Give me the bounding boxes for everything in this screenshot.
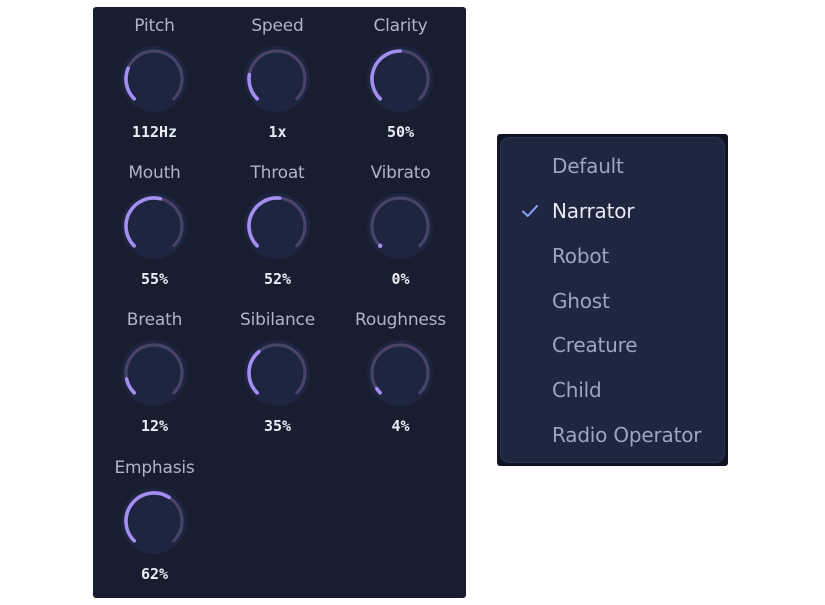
knob-dial[interactable] — [119, 44, 189, 114]
menu-item-creature[interactable]: Creature — [501, 323, 724, 367]
knob-label: Speed — [251, 16, 304, 36]
knob-speed[interactable]: Speed 1x — [216, 7, 339, 154]
knob-label: Mouth — [128, 163, 181, 183]
knob-dial[interactable] — [242, 191, 312, 261]
knob-face — [121, 488, 187, 554]
knob-fill-dot — [378, 243, 383, 248]
knob-dial[interactable] — [242, 338, 312, 408]
knob-face — [244, 193, 310, 259]
knob-label: Pitch — [134, 16, 175, 36]
knob-dial[interactable] — [365, 191, 435, 261]
menu-item-ghost[interactable]: Ghost — [501, 279, 724, 323]
knob-clarity[interactable]: Clarity 50% — [339, 7, 462, 154]
knob-value: 1x — [268, 123, 287, 141]
knob-face — [121, 340, 187, 406]
knob-label: Roughness — [355, 310, 446, 330]
menu-item-label: Ghost — [552, 289, 610, 313]
menu-item-label: Child — [552, 378, 602, 402]
menu-item-default[interactable]: Default — [501, 144, 724, 188]
knob-dial[interactable] — [119, 191, 189, 261]
menu-item-label: Radio Operator — [552, 423, 702, 447]
menu-item-narrator[interactable]: Narrator — [501, 189, 724, 233]
knob-value: 52% — [263, 270, 292, 288]
knob-label: Sibilance — [240, 310, 315, 330]
knob-label: Throat — [250, 163, 305, 183]
menu-item-robot[interactable]: Robot — [501, 234, 724, 278]
knob-emphasis[interactable]: Emphasis 62% — [93, 449, 216, 596]
menu-item-label: Narrator — [552, 199, 635, 223]
menu-item-label: Creature — [552, 333, 638, 357]
knob-throat[interactable]: Throat 52% — [216, 154, 339, 301]
menu-item-label: Default — [552, 154, 624, 178]
knob-face — [121, 46, 187, 112]
knob-value: 55% — [140, 270, 169, 288]
knob-mouth[interactable]: Mouth 55% — [93, 154, 216, 301]
checkmark-icon — [522, 205, 538, 217]
knob-value: 50% — [386, 123, 415, 141]
knob-face — [367, 46, 433, 112]
knob-value: 35% — [263, 417, 292, 435]
menu-item-radio-operator[interactable]: Radio Operator — [501, 413, 724, 457]
voice-parameters-panel: Pitch 112Hz Speed 1x Clarity 50% Mouth 5… — [93, 7, 466, 598]
knob-sibilance[interactable]: Sibilance 35% — [216, 301, 339, 448]
menu-item-child[interactable]: Child — [501, 368, 724, 412]
knob-face — [121, 193, 187, 259]
knob-face — [244, 340, 310, 406]
knob-pitch[interactable]: Pitch 112Hz — [93, 7, 216, 154]
knob-label: Emphasis — [114, 458, 195, 478]
knob-value: 112Hz — [131, 123, 178, 141]
menu-item-label: Robot — [552, 244, 610, 268]
knob-dial[interactable] — [242, 44, 312, 114]
knob-value: 12% — [140, 417, 169, 435]
knob-face — [367, 340, 433, 406]
knob-face — [244, 46, 310, 112]
knob-label: Clarity — [373, 16, 428, 36]
knob-face — [367, 193, 433, 259]
knob-dial[interactable] — [119, 338, 189, 408]
knob-value: 4% — [391, 417, 410, 435]
knob-roughness[interactable]: Roughness 4% — [339, 301, 462, 448]
knob-value: 0% — [391, 270, 410, 288]
knob-dial[interactable] — [365, 338, 435, 408]
voice-preset-menu: Default Narrator Robot Ghost Creature Ch… — [500, 137, 725, 463]
knob-dial[interactable] — [119, 486, 189, 556]
knob-vibrato[interactable]: Vibrato 0% — [339, 154, 462, 301]
knob-dial[interactable] — [365, 44, 435, 114]
knob-value: 62% — [140, 565, 169, 583]
knob-label: Vibrato — [370, 163, 431, 183]
knob-label: Breath — [126, 310, 183, 330]
knob-breath[interactable]: Breath 12% — [93, 301, 216, 448]
